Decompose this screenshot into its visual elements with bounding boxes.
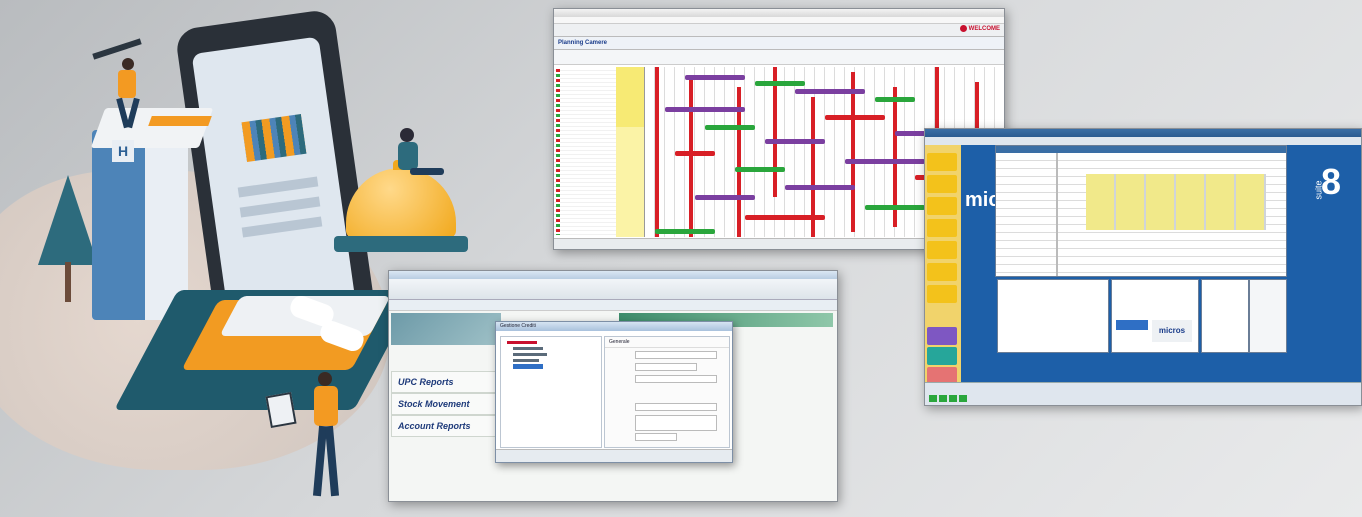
dialog-titlebar: Gestione Crediti: [496, 322, 732, 331]
section-stock-movement[interactable]: Stock Movement: [391, 393, 498, 415]
suite8-titlebar: [925, 129, 1361, 137]
section-label: Stock Movement: [398, 399, 470, 409]
planning-toolbar[interactable]: WELCOME: [554, 24, 1004, 37]
planning-header: Planning Camere: [554, 37, 1004, 50]
rate-grid-window[interactable]: [995, 145, 1287, 277]
planning-filter-bar[interactable]: [554, 50, 1004, 65]
credit-dialog[interactable]: Gestione Crediti Generale: [495, 321, 733, 463]
package-panel[interactable]: micros: [1111, 279, 1199, 353]
welcome-logo: WELCOME: [959, 25, 1000, 32]
dialog-button-bar[interactable]: [496, 449, 732, 462]
suite8-window[interactable]: micros suite 8 micros: [924, 128, 1362, 406]
stock-window[interactable]: UPC Reports Stock Movement Account Repor…: [388, 270, 838, 502]
suite-number: 8: [1321, 161, 1342, 202]
section-label: Account Reports: [398, 421, 471, 431]
action-buttons[interactable]: [1249, 279, 1287, 353]
suite8-menubar[interactable]: [925, 137, 1361, 145]
stock-header-bar: [389, 300, 837, 311]
section-label: UPC Reports: [398, 377, 454, 387]
suite8-statusbar: [925, 382, 1361, 405]
dialog-tab-general[interactable]: Generale: [605, 337, 729, 348]
stock-titlebar: [389, 271, 837, 279]
dialog-form[interactable]: Generale: [604, 336, 730, 448]
dialog-tree[interactable]: [500, 336, 602, 448]
room-list[interactable]: [554, 67, 645, 237]
suite8-sidebar[interactable]: [925, 145, 961, 385]
options-panel[interactable]: [1201, 279, 1249, 353]
stock-ribbon[interactable]: [389, 279, 837, 300]
planning-title: Planning Camere: [558, 40, 608, 46]
section-upc-reports[interactable]: UPC Reports: [391, 371, 498, 393]
stock-banner: [391, 313, 501, 345]
planning-titlebar: [554, 9, 1004, 17]
section-account-reports[interactable]: Account Reports: [391, 415, 498, 437]
dialog-title: Gestione Crediti: [500, 323, 536, 329]
reservation-details[interactable]: [997, 279, 1109, 353]
planning-menubar[interactable]: [554, 17, 1004, 24]
